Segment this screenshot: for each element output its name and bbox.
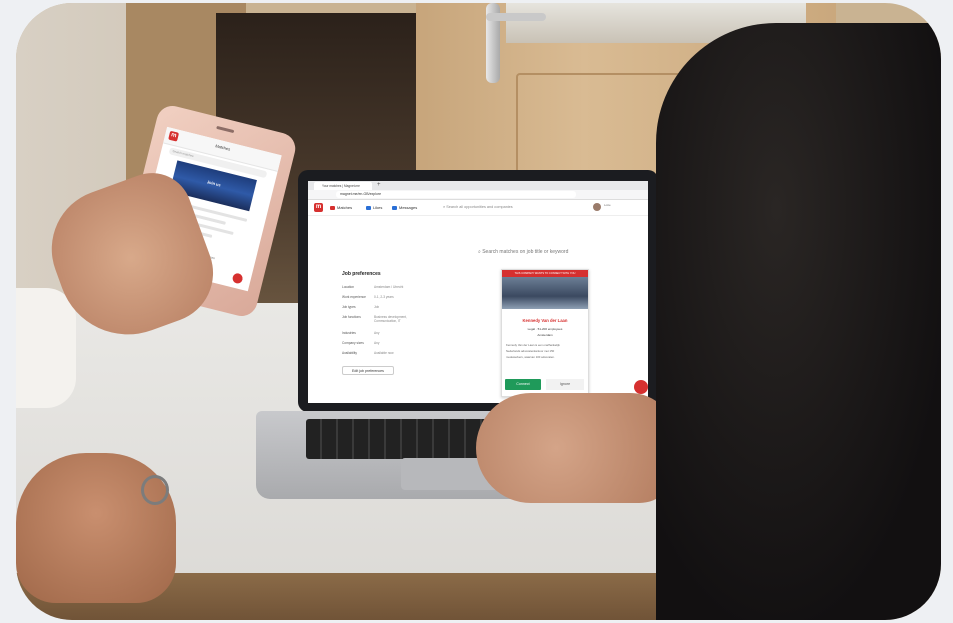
home-icon [330, 205, 335, 210]
pref-value: Amsterdam / Utrecht [374, 285, 404, 289]
chat-bubble-icon[interactable] [634, 380, 648, 394]
avatar[interactable] [593, 203, 601, 211]
job-preferences-title: Job preferences [342, 271, 381, 277]
connect-button[interactable]: Connect [505, 379, 541, 390]
pref-value: Job [374, 305, 380, 309]
browser-tab-bar: Your matches | Magnet.me + [308, 181, 648, 190]
nav-search-input[interactable]: ⌕ Search all opportunities and companies [443, 204, 563, 211]
pref-label: Job functions [342, 315, 361, 319]
company-description: Kennedy Van der Laan is een onafhankelij… [506, 343, 560, 347]
browser-address-bar: magnet.me/en-GB/explore [308, 190, 648, 200]
nav-likes-label: Likes [373, 205, 383, 210]
door-handle-bar [486, 13, 546, 21]
phone-chat-icon[interactable] [231, 272, 244, 285]
nav-matches-label: Matches [337, 205, 353, 210]
company-description: medewerkers, waarvan 100 advocaten. [506, 355, 555, 359]
pref-value: 0-1, 2-3 years [374, 295, 394, 299]
office-photo [502, 277, 588, 309]
pref-label: Company sizes [342, 341, 364, 345]
messages-icon [392, 205, 397, 210]
ignore-button[interactable]: Ignore [546, 379, 584, 390]
typing-hand [476, 393, 676, 503]
url-field[interactable]: magnet.me/en-GB/explore [336, 191, 576, 198]
person-dark-hair [656, 23, 941, 620]
white-sleeve [16, 288, 76, 408]
site-navbar: m Matches Likes Messages ⌕ Search all op… [308, 200, 648, 216]
laptop-screen: Your matches | Magnet.me + magnet.me/en-… [308, 181, 648, 403]
magnet-logo[interactable]: m [314, 203, 323, 212]
nav-search-placeholder: Search all opportunities and companies [446, 205, 513, 209]
pref-value: Any [374, 331, 380, 335]
pref-label: Location [342, 285, 355, 289]
ring [141, 475, 169, 505]
edit-job-preferences-button[interactable]: Edit job preferences [342, 366, 394, 375]
pref-label: Availability [342, 351, 358, 355]
match-search-placeholder: Search matches on job title or keyword [482, 249, 569, 255]
nav-messages-label: Messages [399, 205, 418, 210]
phone-title: Matches [214, 143, 231, 152]
nav-likes[interactable]: Likes [366, 204, 382, 211]
pref-label: Work experience [342, 295, 366, 299]
phone-speaker [216, 125, 235, 134]
match-search-input[interactable]: ⌕ Search matches on job title or keyword [478, 249, 568, 255]
browser-tab[interactable]: Your matches | Magnet.me [314, 182, 372, 190]
nav-matches[interactable]: Matches [330, 204, 352, 211]
photo-frame: Your matches | Magnet.me + magnet.me/en-… [16, 3, 941, 620]
company-description: Nederlands advocatenkantoor met 150 [506, 349, 555, 353]
pref-label: Industries [342, 331, 356, 335]
pref-value: Available now [374, 351, 394, 355]
user-name[interactable]: Lotte [604, 203, 611, 207]
company-meta: Legal · 51-200 employees [527, 327, 563, 331]
pref-value: Business development, Communication, IT [374, 315, 407, 323]
pref-value: Any [374, 341, 380, 345]
pref-label: Job types [342, 305, 356, 309]
likes-icon [366, 205, 371, 210]
company-name[interactable]: Kennedy Van der Laan [502, 318, 588, 323]
card-banner: THIS COMPANY WANTS TO CONNECT WITH YOU [502, 270, 588, 277]
company-match-card[interactable]: THIS COMPANY WANTS TO CONNECT WITH YOU K… [501, 269, 589, 397]
nav-messages[interactable]: Messages [392, 204, 417, 211]
new-tab-icon[interactable]: + [377, 181, 381, 190]
company-location: Amsterdam [537, 333, 553, 337]
